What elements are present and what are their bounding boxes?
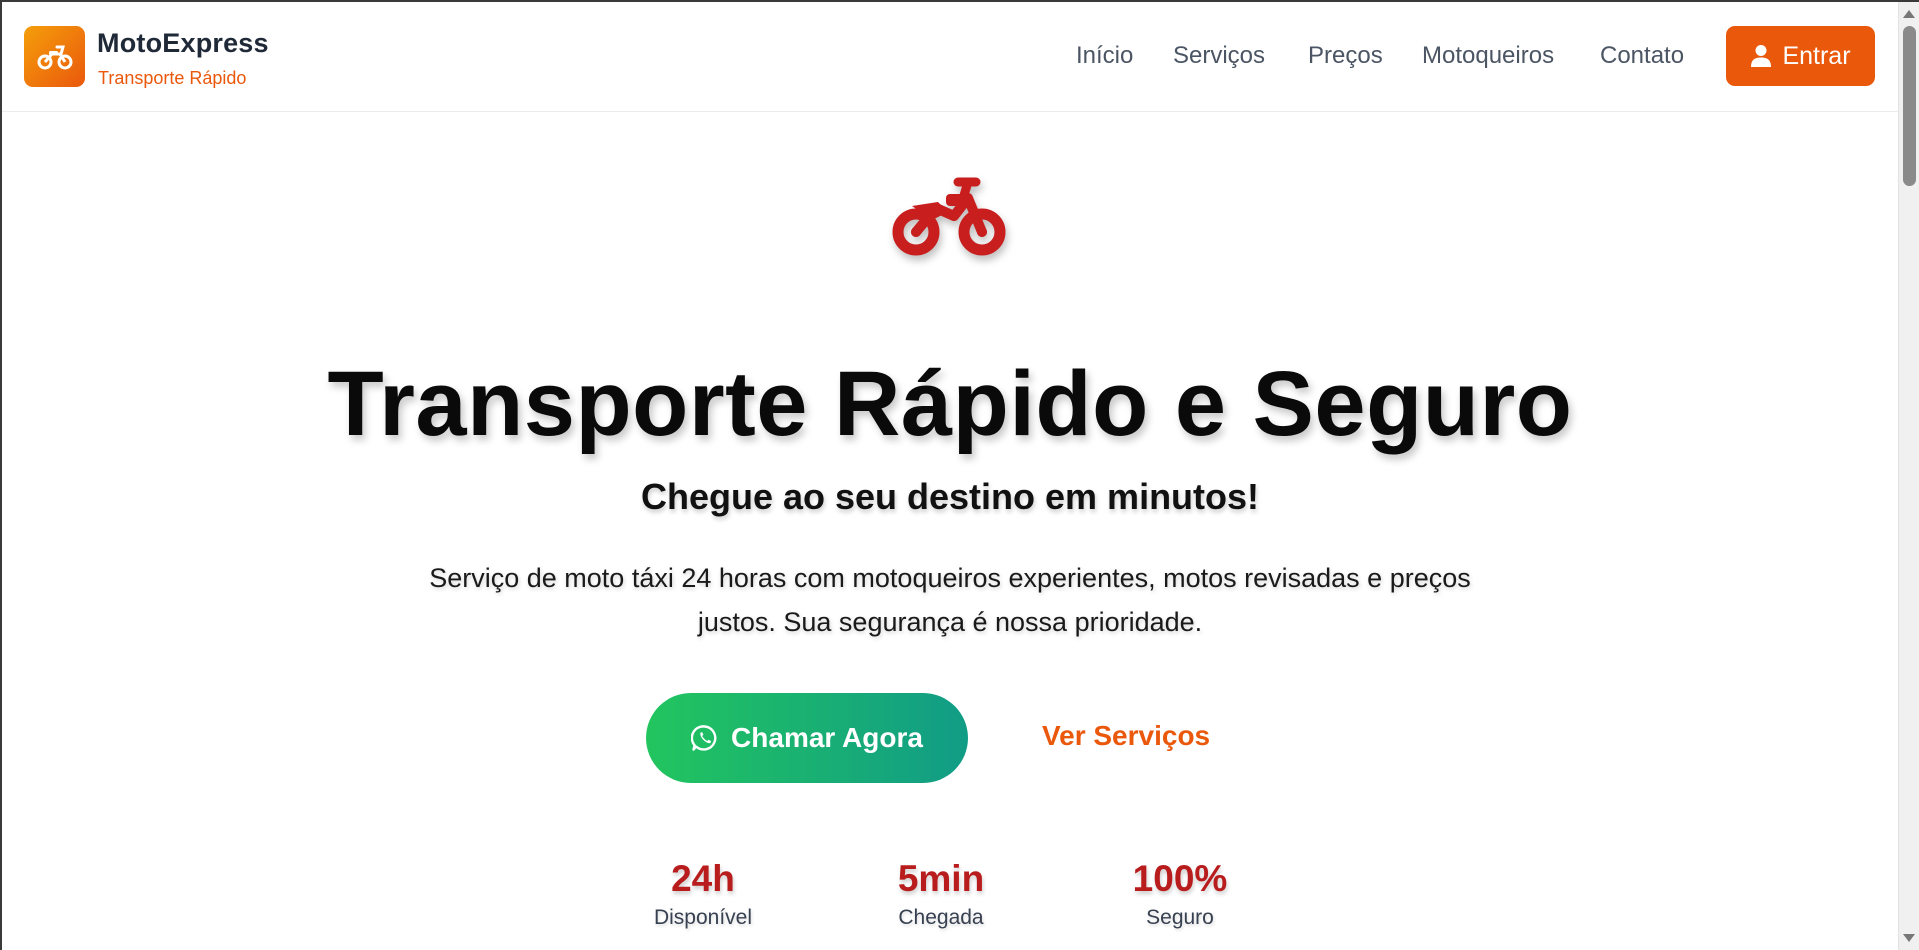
stat-label: Disponível (653, 906, 753, 929)
hero-subtitle: Chegue ao seu destino em minutos! (640, 476, 1260, 517)
scroll-up-arrow[interactable] (1903, 10, 1915, 18)
user-icon (1751, 45, 1772, 67)
stat-value: 24h (671, 858, 735, 899)
logo[interactable] (24, 26, 85, 87)
stat-label: Chegada (898, 906, 984, 929)
brand-name[interactable]: MotoExpress (97, 28, 269, 59)
call-now-label: Chamar Agora (731, 722, 923, 753)
stat-label: Seguro (1146, 906, 1214, 929)
stat-value: 100% (1132, 858, 1228, 899)
whatsapp-icon (691, 725, 717, 751)
stat-item: 24h Disponível (603, 858, 803, 930)
hero-description: Serviço de moto táxi 24 horas com motoqu… (429, 563, 1471, 637)
view-services-link[interactable]: Ver Serviços (1042, 720, 1210, 752)
nav-link-inicio[interactable]: Início (1076, 42, 1133, 70)
stat-item: 5min Chegada (841, 858, 1041, 930)
stat-item: 100% Seguro (1080, 858, 1280, 930)
nav-link-servicos[interactable]: Serviços (1173, 42, 1265, 70)
login-button[interactable]: Entrar (1726, 26, 1875, 86)
nav-link-motoqueiros[interactable]: Motoqueiros (1422, 42, 1554, 70)
site-header: MotoExpress Transporte Rápido Início Ser… (2, 2, 1898, 112)
call-now-button[interactable]: Chamar Agora (646, 693, 968, 783)
motorcycle-icon (892, 177, 1006, 256)
brand-tagline: Transporte Rápido (98, 68, 247, 88)
scroll-down-arrow[interactable] (1903, 934, 1915, 942)
nav-link-contato[interactable]: Contato (1600, 42, 1684, 70)
hero-title: Transporte Rápido e Seguro (327, 353, 1573, 455)
login-button-label: Entrar (1782, 41, 1851, 70)
motorcycle-icon (37, 45, 72, 69)
nav-link-precos[interactable]: Preços (1308, 42, 1383, 70)
stat-value: 5min (897, 858, 985, 899)
scroll-thumb[interactable] (1903, 26, 1916, 186)
page-scrollbar[interactable] (1898, 2, 1919, 950)
